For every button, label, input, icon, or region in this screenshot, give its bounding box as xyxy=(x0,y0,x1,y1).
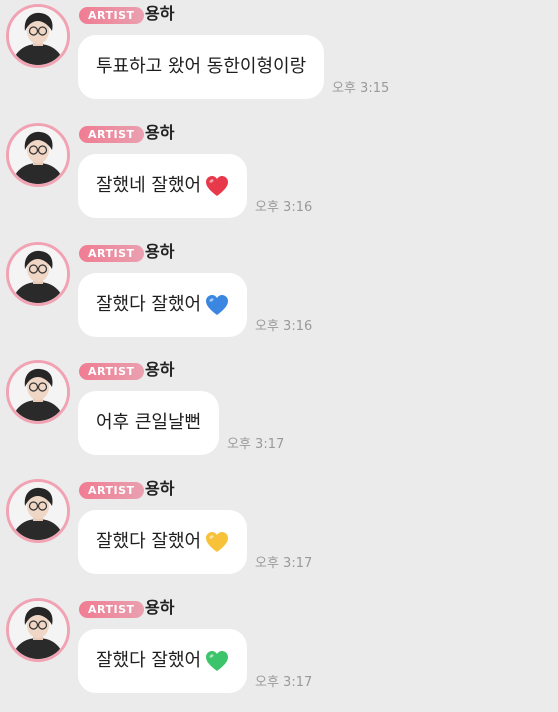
message-text: 어후 큰일날뻔 xyxy=(96,412,202,434)
avatar[interactable] xyxy=(6,598,70,662)
message-bubble[interactable]: 어후 큰일날뻔 xyxy=(78,391,220,456)
artist-badge: ARTIST xyxy=(79,482,144,500)
message-timestamp: 오후 3:16 xyxy=(255,199,313,215)
red-heart-icon xyxy=(206,175,229,196)
avatar[interactable] xyxy=(6,479,70,544)
sender-name: 용하 xyxy=(145,122,175,142)
message-timestamp: 오후 3:16 xyxy=(255,318,313,334)
message-timestamp: 오후 3:17 xyxy=(227,437,285,453)
message-text: 잘했다 잘했어 xyxy=(96,531,202,553)
yellow-heart-icon xyxy=(206,532,229,553)
artist-badge: ARTIST xyxy=(79,244,144,262)
message-bubble[interactable]: 잘했다 잘했어 xyxy=(78,510,248,575)
artist-badge: ARTIST xyxy=(79,363,144,381)
message-text: 투표하고 왔어 동한이형이랑 xyxy=(96,56,307,77)
artist-badge: ARTIST xyxy=(79,7,144,24)
sender-name: 용하 xyxy=(145,360,175,380)
message-timestamp: 오후 3:15 xyxy=(332,81,390,96)
chat-message: ARTIST 용하 잘했다 잘했어 오후 3:16 xyxy=(0,238,558,356)
sender-name: 용하 xyxy=(145,598,175,617)
message-text: 잘했네 잘했어 xyxy=(96,174,202,196)
message-timestamp: 오후 3:17 xyxy=(255,556,313,572)
message-bubble[interactable]: 잘했네 잘했어 xyxy=(78,153,248,218)
message-bubble[interactable]: 잘했다 잘했어 xyxy=(78,272,248,337)
avatar[interactable] xyxy=(6,360,70,425)
message-timestamp: 오후 3:17 xyxy=(255,675,313,690)
green-heart-icon xyxy=(206,651,229,671)
sender-name: 용하 xyxy=(145,4,175,23)
avatar[interactable] xyxy=(6,4,70,68)
chat-message: ARTIST 용하 잘했다 잘했어 오후 3:17 xyxy=(0,594,558,712)
message-bubble[interactable]: 잘했다 잘했어 xyxy=(78,629,248,693)
chat-message: ARTIST 용하 투표하고 왔어 동한이형이랑 오후 3:15 xyxy=(0,0,558,118)
chat-message: ARTIST 용하 잘했네 잘했어 오후 3:16 xyxy=(0,119,558,237)
blue-heart-icon xyxy=(206,294,229,315)
sender-name: 용하 xyxy=(145,241,175,261)
avatar[interactable] xyxy=(6,241,70,306)
message-bubble[interactable]: 투표하고 왔어 동한이형이랑 xyxy=(78,35,325,99)
artist-badge: ARTIST xyxy=(79,601,144,618)
sender-name: 용하 xyxy=(145,479,175,499)
artist-badge: ARTIST xyxy=(79,125,144,143)
avatar[interactable] xyxy=(6,122,70,187)
message-text: 잘했다 잘했어 xyxy=(96,293,202,315)
message-text: 잘했다 잘했어 xyxy=(96,650,202,671)
chat-message: ARTIST 용하 잘했다 잘했어 오후 3:17 xyxy=(0,475,558,593)
chat-message: ARTIST 용하 어후 큰일날뻔 오후 3:17 xyxy=(0,356,558,474)
